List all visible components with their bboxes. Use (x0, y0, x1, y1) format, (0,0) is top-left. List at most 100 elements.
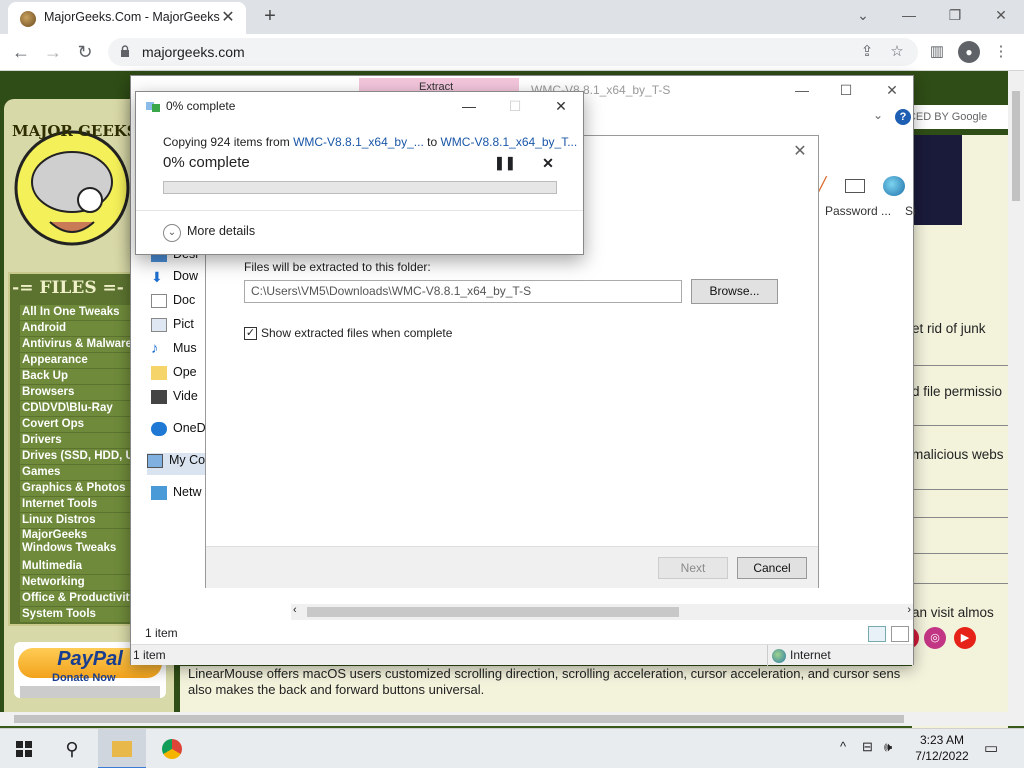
wrench-icon[interactable]: ╱ (817, 176, 835, 195)
category-link[interactable]: Drives (SSD, HDD, USB) (20, 449, 132, 464)
youtube-icon[interactable]: ▶ (954, 627, 976, 649)
scroll-thumb[interactable] (307, 607, 679, 617)
nav-item-label: OneD (173, 421, 206, 435)
article-snippet-1: et rid of junk (912, 321, 986, 336)
shell-icon[interactable] (883, 176, 905, 196)
chrome-menu-icon[interactable]: ⋮ (990, 41, 1012, 63)
tab-close-icon[interactable]: ✕ (218, 8, 238, 28)
destination-folder-link[interactable]: WMC-V8.8.1_x64_by_T... (440, 135, 577, 149)
browser-tab[interactable]: MajorGeeks.Com - MajorGeeks ✕ (8, 2, 246, 34)
category-link[interactable]: Linux Distros (20, 513, 132, 528)
scroll-left-icon[interactable]: ‹ (293, 604, 297, 616)
progress-title: 0% complete (166, 99, 236, 113)
notifications-icon[interactable]: ▭ (984, 739, 998, 757)
search-icon[interactable]: ⚲ (48, 729, 96, 768)
copy-progress-dialog: 0% complete — ☐ ✕ Copying 924 items from… (135, 91, 584, 255)
zip-maximize-icon[interactable]: ☐ (831, 80, 861, 100)
category-link[interactable]: Graphics & Photos (20, 481, 132, 496)
tab-title: MajorGeeks.Com - MajorGeeks (44, 10, 220, 24)
category-link[interactable]: CD\DVD\Blu-Ray (20, 401, 132, 416)
tab-search-icon[interactable]: ⌄ (840, 4, 886, 28)
close-window-icon[interactable]: ✕ (978, 4, 1024, 28)
category-link[interactable]: Appearance (20, 353, 132, 368)
next-button[interactable]: Next (658, 557, 728, 579)
start-windows-icon[interactable] (0, 729, 48, 768)
show-files-label[interactable]: Show extracted files when complete (261, 326, 452, 340)
scroll-right-icon[interactable]: › (907, 604, 911, 616)
zip-item-count: 1 item (131, 622, 913, 644)
ribbon-expand-icon[interactable]: ⌄ (873, 108, 883, 122)
email-icon[interactable] (845, 179, 865, 193)
category-link[interactable]: System Tools (20, 607, 132, 622)
address-bar[interactable]: majorgeeks.com (108, 38, 918, 66)
nav-item-my-computer[interactable]: My Co (147, 453, 207, 475)
category-link[interactable]: Office & Productivity (20, 591, 132, 606)
restore-icon[interactable]: ❐ (932, 4, 978, 28)
system-clock[interactable]: 3:23 AM 7/12/2022 (906, 732, 978, 764)
back-icon[interactable]: ← (8, 40, 34, 66)
scroll-thumb[interactable] (14, 715, 904, 723)
large-icons-view-icon[interactable] (891, 626, 909, 642)
instagram-icon[interactable]: ◎ (924, 627, 946, 649)
wizard-close-icon[interactable]: ✕ (790, 142, 810, 162)
destination-path-field[interactable]: C:\Users\VM5\Downloads\WMC-V8.8.1_x64_by… (244, 280, 682, 303)
credit-cards-icon (20, 686, 160, 698)
copy-prefix: Copying 924 items from (163, 135, 294, 149)
nav-item-open[interactable]: Ope (151, 365, 197, 387)
category-link[interactable]: Internet Tools (20, 497, 132, 512)
category-link[interactable]: Covert Ops (20, 417, 132, 432)
chrome-icon[interactable] (148, 729, 196, 768)
nav-item-network[interactable]: Netw (151, 485, 201, 507)
nav-item-onedrive[interactable]: OneD (151, 421, 206, 443)
category-link[interactable]: Drivers (20, 433, 132, 448)
divider (136, 210, 583, 211)
more-details-toggle[interactable]: ⌄ More details (163, 224, 255, 242)
category-link[interactable]: Browsers (20, 385, 132, 400)
details-view-icon[interactable] (868, 626, 886, 642)
scroll-thumb[interactable] (1012, 91, 1020, 201)
zip-close-icon[interactable]: ✕ (877, 80, 907, 100)
source-folder-link[interactable]: WMC-V8.8.1_x64_by_... (293, 135, 424, 149)
profile-avatar-icon[interactable]: ● (958, 41, 980, 63)
tray-overflow-icon[interactable]: ^ (840, 739, 846, 754)
category-link[interactable]: MajorGeeks Windows Tweaks (20, 529, 132, 559)
nav-item-videos[interactable]: Vide (151, 389, 198, 411)
share-icon[interactable]: ⇪ (856, 41, 878, 63)
site-favicon-icon (20, 11, 36, 27)
nav-item-documents[interactable]: Doc (151, 293, 195, 315)
page-horizontal-scrollbar[interactable] (0, 712, 1008, 726)
pause-icon[interactable]: ❚❚ (494, 155, 516, 171)
category-link[interactable]: Back Up (20, 369, 132, 384)
minimize-icon[interactable]: — (886, 4, 932, 28)
help-icon[interactable]: ? (895, 109, 911, 125)
zip-minimize-icon[interactable]: — (787, 80, 817, 100)
password-button[interactable]: Password ... (825, 204, 891, 218)
clock-time: 3:23 AM (919, 733, 965, 747)
zip-status-bar: 1 item Internet (131, 644, 913, 666)
side-panel-icon[interactable]: ▥ (926, 41, 948, 63)
category-link[interactable]: Games (20, 465, 132, 480)
category-link[interactable]: Multimedia (20, 559, 132, 574)
nav-item-music[interactable]: ♪ Mus (151, 341, 197, 363)
reload-icon[interactable]: ↻ (72, 40, 98, 66)
volume-icon[interactable]: 🕪 (884, 739, 892, 755)
category-link[interactable]: All In One Tweaks (20, 305, 132, 320)
forward-icon[interactable]: → (40, 40, 66, 66)
progress-minimize-icon[interactable]: — (454, 96, 484, 116)
zip-horizontal-scrollbar[interactable]: ‹ › (291, 604, 913, 620)
show-files-checkbox[interactable]: ✓ (244, 327, 257, 340)
page-vertical-scrollbar[interactable] (1008, 71, 1024, 726)
cancel-button[interactable]: Cancel (737, 557, 807, 579)
category-link[interactable]: Antivirus & Malware (20, 337, 132, 352)
category-link[interactable]: Android (20, 321, 132, 336)
browse-button[interactable]: Browse... (691, 279, 778, 304)
bookmark-star-icon[interactable]: ☆ (886, 41, 908, 63)
new-tab-button[interactable]: + (258, 5, 282, 29)
network-tray-icon[interactable]: ⊟ (862, 739, 873, 755)
progress-close-icon[interactable]: ✕ (546, 96, 576, 116)
nav-item-downloads[interactable]: ⬇ Dow (151, 269, 198, 291)
nav-item-pictures[interactable]: Pict (151, 317, 194, 339)
file-explorer-icon[interactable] (98, 729, 146, 768)
stop-icon[interactable]: ✕ (540, 155, 556, 171)
category-link[interactable]: Networking (20, 575, 132, 590)
